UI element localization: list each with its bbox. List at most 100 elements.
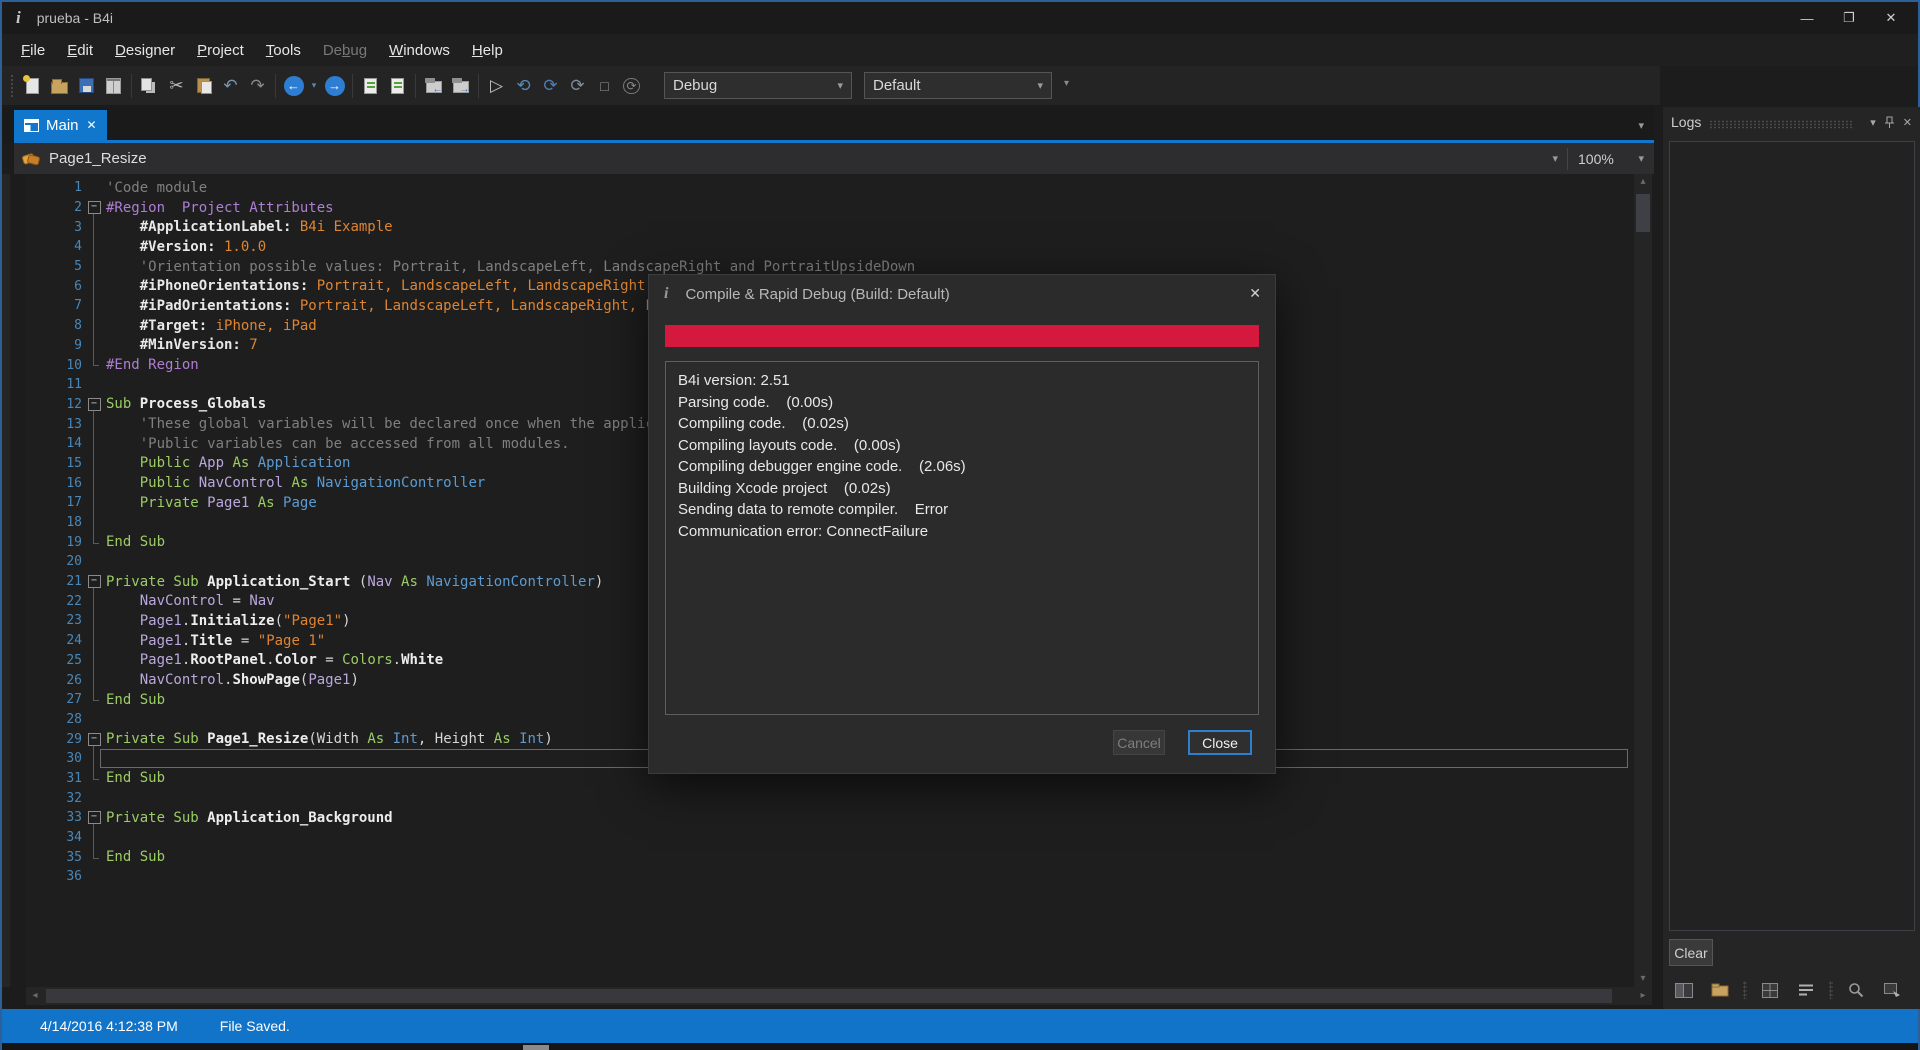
run-button[interactable]: ▷: [483, 72, 510, 99]
comment-code-button[interactable]: [357, 72, 384, 99]
menu-edit[interactable]: Edit: [56, 38, 104, 63]
line-number: 12: [26, 397, 82, 412]
build-config-select[interactable]: Default ▾: [864, 72, 1052, 99]
open-project-button[interactable]: [46, 72, 73, 99]
tab-list-dropdown[interactable]: ▾: [1638, 119, 1644, 132]
step-button[interactable]: ⟳: [564, 72, 591, 99]
modules-tab-button[interactable]: [1757, 978, 1783, 1002]
dialog-close-button[interactable]: Close: [1188, 730, 1252, 755]
toolbar: ✂ ↶ ↷ ← ▾ → ▷ ⟲ ⟳ ⟳ □ ⟳ Debug ▾ Default …: [2, 66, 1660, 106]
fold-marker[interactable]: [82, 575, 106, 588]
code-line-36[interactable]: 36: [26, 867, 1634, 887]
vertical-scroll-thumb[interactable]: [1636, 194, 1650, 232]
navigate-forward-button[interactable]: →: [321, 72, 348, 99]
copy-button[interactable]: [136, 72, 163, 99]
compile-to-library-button[interactable]: [420, 72, 447, 99]
fold-marker[interactable]: [82, 811, 106, 824]
menu-project[interactable]: Project: [186, 38, 255, 63]
menu-help[interactable]: Help: [461, 38, 514, 63]
restart-app-button[interactable]: ⟳: [618, 72, 645, 99]
sub-navigation-bar[interactable]: Page1_Resize ▾ 100% ▾: [14, 143, 1654, 174]
restore-button[interactable]: ❐: [1828, 2, 1870, 34]
pin-icon[interactable]: [1884, 116, 1895, 129]
toolbar-overflow-button[interactable]: ▾: [1064, 78, 1069, 89]
toolbar-separator: [275, 74, 276, 98]
menu-windows[interactable]: Windows: [378, 38, 461, 63]
stop-icon: □: [600, 79, 608, 93]
line-number: 17: [26, 495, 82, 510]
code-line-3[interactable]: 3 #ApplicationLabel: B4i Example: [26, 217, 1634, 237]
debug-button[interactable]: ⟳: [537, 72, 564, 99]
module-manager-button[interactable]: [100, 72, 127, 99]
ide-window: i prueba - B4i — ❐ ✕ FileEditDesignerPro…: [0, 0, 1920, 1050]
find-button[interactable]: [1843, 978, 1869, 1002]
log-output-area[interactable]: [1669, 141, 1915, 931]
code-line-1[interactable]: 1'Code module: [26, 178, 1634, 198]
menu-designer[interactable]: Designer: [104, 38, 186, 63]
fold-marker[interactable]: [82, 201, 106, 214]
scroll-up-icon[interactable]: ▴: [1634, 174, 1652, 190]
close-button[interactable]: ✕: [1870, 2, 1912, 34]
toolbar-separator: [478, 74, 479, 98]
caret-down-icon[interactable]: ▾: [1552, 152, 1558, 165]
code-line-32[interactable]: 32: [26, 788, 1634, 808]
navigate-back-button[interactable]: ←: [280, 72, 307, 99]
paste-button[interactable]: [190, 72, 217, 99]
editor-vertical-scrollbar[interactable]: ▴ ▾: [1634, 174, 1652, 987]
save-icon: [79, 78, 94, 93]
tab-main[interactable]: Main ✕: [14, 110, 107, 140]
uncomment-code-button[interactable]: [384, 72, 411, 99]
compile-to-device-button[interactable]: [447, 72, 474, 99]
panel-menu-icon[interactable]: ▾: [1870, 116, 1876, 129]
fold-marker[interactable]: [82, 398, 106, 411]
scroll-left-icon[interactable]: ◂: [26, 987, 44, 1005]
code-line-35[interactable]: 35End Sub: [26, 847, 1634, 867]
rapid-debug-button[interactable]: ⟲: [510, 72, 537, 99]
build-mode-select[interactable]: Debug ▾: [664, 72, 852, 99]
minimize-button[interactable]: —: [1786, 2, 1828, 34]
logs-panel-header[interactable]: Logs ▾ ✕: [1663, 107, 1920, 137]
code-line-2[interactable]: 2#Region Project Attributes: [26, 198, 1634, 218]
code-line-4[interactable]: 4 #Version: 1.0.0: [26, 237, 1634, 257]
menu-file[interactable]: File: [10, 38, 56, 63]
restore-icon: ❐: [1843, 10, 1855, 26]
fold-scope-line: [93, 213, 94, 366]
taskbar-hint: [523, 1045, 549, 1050]
code-line-33[interactable]: 33Private Sub Application_Background: [26, 808, 1634, 828]
fold-scope-line: [93, 410, 94, 543]
panel-toolbar-separator: [1829, 981, 1833, 999]
horizontal-scroll-thumb[interactable]: [46, 989, 1612, 1003]
code-line-34[interactable]: 34: [26, 828, 1634, 848]
tab-close-icon[interactable]: ✕: [87, 118, 97, 132]
code-text: End Sub: [106, 692, 165, 708]
scroll-down-icon[interactable]: ▾: [1634, 971, 1652, 987]
stop-button[interactable]: □: [591, 72, 618, 99]
navbar-divider: [1567, 148, 1568, 170]
back-history-dropdown[interactable]: ▾: [307, 72, 321, 99]
line-number: 2: [26, 200, 82, 215]
rapid-debug-icon: ⟲: [516, 77, 530, 94]
fold-marker[interactable]: [82, 733, 106, 746]
fold-scope-tick: [93, 543, 99, 544]
cut-button[interactable]: ✂: [163, 72, 190, 99]
code-text: #Target: iPhone, iPad: [106, 318, 317, 334]
restart-icon: ⟳: [623, 78, 639, 94]
undo-button[interactable]: ↶: [217, 72, 244, 99]
save-button[interactable]: [73, 72, 100, 99]
scroll-right-icon[interactable]: ▸: [1634, 987, 1652, 1005]
redo-button[interactable]: ↷: [244, 72, 271, 99]
layout-panels-button[interactable]: [1671, 978, 1697, 1002]
panel-close-icon[interactable]: ✕: [1903, 116, 1912, 129]
designer-button[interactable]: [1879, 978, 1905, 1002]
fold-scope-tick: [93, 779, 99, 780]
logs-tab-button[interactable]: [1793, 978, 1819, 1002]
menu-tools[interactable]: Tools: [255, 38, 312, 63]
dialog-close-icon[interactable]: ✕: [1249, 285, 1261, 302]
zoom-select[interactable]: 100% ▾: [1572, 147, 1650, 171]
editor-horizontal-scrollbar[interactable]: ◂ ▸: [26, 987, 1652, 1005]
clear-logs-button[interactable]: Clear: [1669, 939, 1713, 966]
files-tab-button[interactable]: [1707, 978, 1733, 1002]
dialog-title-bar[interactable]: i Compile & Rapid Debug (Build: Default)…: [649, 275, 1275, 313]
new-file-button[interactable]: [19, 72, 46, 99]
menu-debug: Debug: [312, 38, 378, 63]
